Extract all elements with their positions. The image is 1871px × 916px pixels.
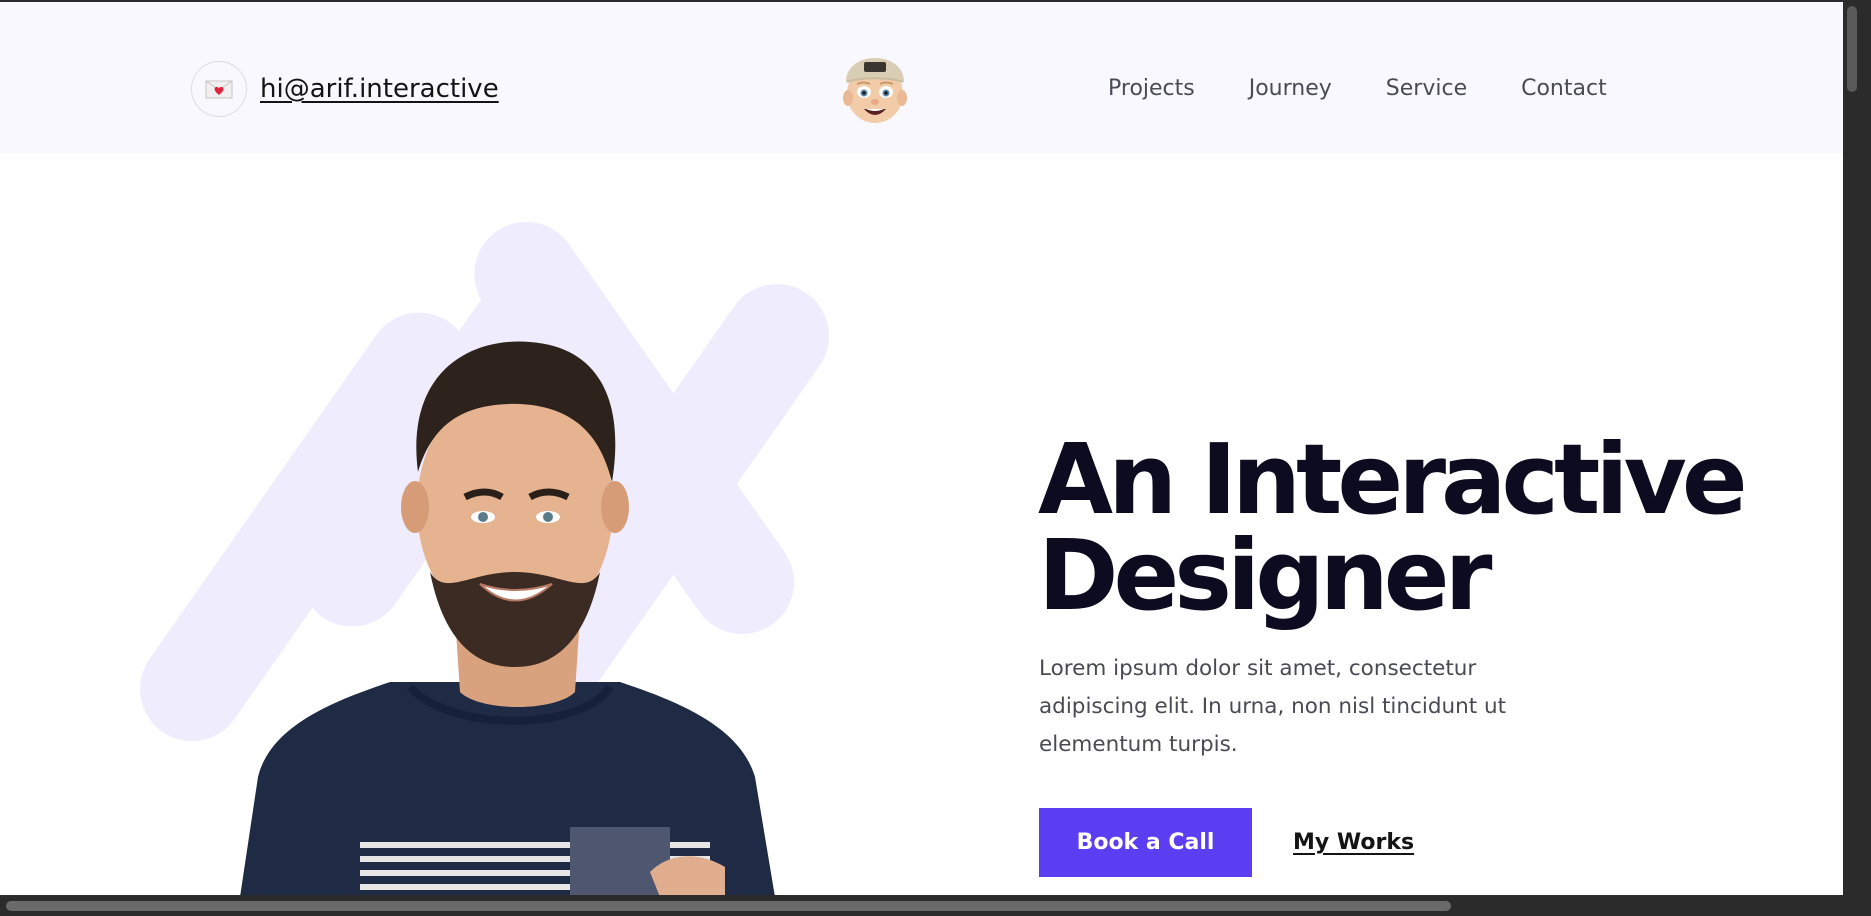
browser-viewport: hi@arif.interactive Projects Journey Ser… bbox=[0, 2, 1843, 895]
nav-contact[interactable]: Contact bbox=[1521, 76, 1607, 101]
nav-service[interactable]: Service bbox=[1386, 76, 1467, 101]
portrait-photo bbox=[230, 332, 830, 895]
nav-projects[interactable]: Projects bbox=[1108, 76, 1195, 101]
vertical-scrollbar[interactable] bbox=[1843, 0, 1871, 916]
email-contact: hi@arif.interactive bbox=[191, 61, 499, 117]
love-letter-icon bbox=[191, 61, 247, 117]
my-works-link[interactable]: My Works bbox=[1293, 830, 1414, 855]
memoji-avatar-icon[interactable] bbox=[842, 42, 908, 126]
horizontal-scrollbar-thumb[interactable] bbox=[6, 901, 1451, 911]
nav-journey[interactable]: Journey bbox=[1249, 76, 1332, 101]
site-header: hi@arif.interactive Projects Journey Ser… bbox=[0, 2, 1843, 153]
book-call-button[interactable]: Book a Call bbox=[1039, 808, 1252, 877]
hero-description: Lorem ipsum dolor sit amet, consectetur … bbox=[1039, 656, 1507, 757]
main-nav: Projects Journey Service Contact bbox=[1108, 76, 1607, 101]
hero-title: An Interactive Designer bbox=[1038, 431, 1748, 624]
hero-title-line2: Designer bbox=[1038, 519, 1492, 632]
vertical-scrollbar-thumb[interactable] bbox=[1847, 6, 1857, 92]
email-link[interactable]: hi@arif.interactive bbox=[260, 74, 499, 104]
